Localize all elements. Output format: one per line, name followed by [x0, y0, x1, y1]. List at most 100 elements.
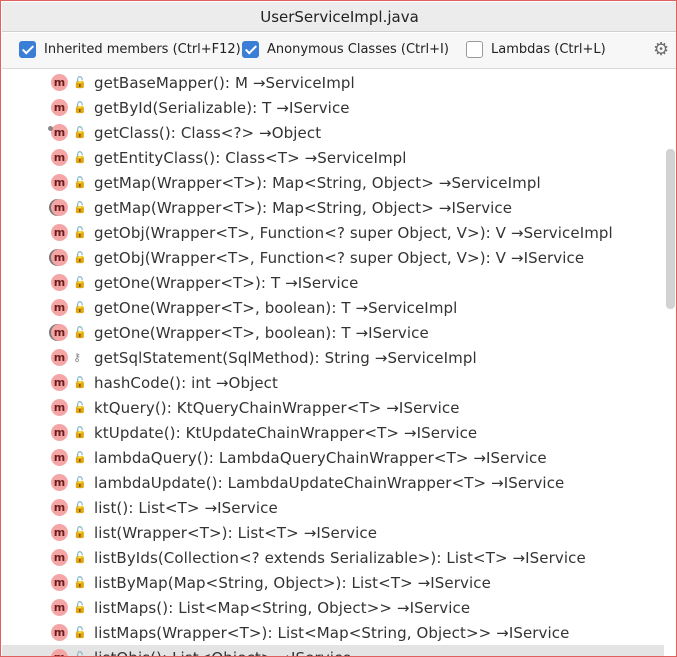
member-signature: getBaseMapper(): M →ServiceImpl — [94, 73, 355, 92]
member-signature: getOne(Wrapper<T>, boolean): T →ServiceI… — [94, 298, 458, 317]
public-lock-icon — [73, 552, 87, 564]
method-icon: m — [48, 124, 68, 141]
list-item[interactable]: m hashCode(): int →Object — [2, 370, 664, 395]
list-item[interactable]: m listByMap(Map<String, Object>): List<T>… — [2, 570, 664, 595]
method-icon: m — [51, 224, 68, 241]
list-item[interactable]: m getObj(Wrapper<T>, Function<? super Obj… — [2, 220, 664, 245]
public-lock-icon — [73, 77, 87, 89]
method-icon: m — [51, 374, 68, 391]
member-signature: listMaps(): List<Map<String, Object>> →I… — [94, 598, 471, 617]
public-lock-icon — [73, 377, 87, 389]
method-icon: m — [51, 99, 68, 116]
member-signature: listByMap(Map<String, Object>): List<T> … — [94, 573, 491, 592]
list-item[interactable]: m ⚷ getSqlStatement(SqlMethod): String →Se… — [2, 345, 664, 370]
method-icon: m — [51, 274, 68, 291]
public-lock-icon — [73, 252, 87, 264]
list-item[interactable]: m listObjs(): List<Object> →IService — [2, 645, 664, 657]
public-lock-icon — [73, 502, 87, 514]
public-lock-icon — [73, 177, 87, 189]
member-signature: lambdaUpdate(): LambdaUpdateChainWrapper… — [94, 473, 565, 492]
member-signature: lambdaQuery(): LambdaQueryChainWrapper<T… — [94, 448, 547, 467]
filter-toolbar: Inherited members (Ctrl+F12) Anonymous C… — [2, 33, 676, 69]
lambdas-checkbox[interactable] — [466, 41, 483, 58]
inherited-members-label: Inherited members (Ctrl+F12) — [44, 42, 241, 57]
method-icon: m — [51, 149, 68, 166]
scrollbar-thumb[interactable] — [666, 149, 675, 309]
member-signature: list(): List<T> →IService — [94, 498, 278, 517]
member-signature: getClass(): Class<?> →Object — [94, 123, 322, 142]
member-signature: getObj(Wrapper<T>, Function<? super Obje… — [94, 223, 613, 242]
inherited-members-checkbox[interactable] — [19, 41, 36, 58]
list-item[interactable]: m ktQuery(): KtQueryChainWrapper<T> →ISer… — [2, 395, 664, 420]
public-lock-icon — [73, 402, 87, 414]
lambdas-label: Lambdas (Ctrl+L) — [491, 42, 606, 57]
list-item[interactable]: m getOne(Wrapper<T>, boolean): T →Service… — [2, 295, 664, 320]
method-icon: m — [51, 524, 68, 541]
method-icon: m — [51, 174, 68, 191]
list-item[interactable]: m listByIds(Collection<? extends Serializ… — [2, 545, 664, 570]
member-list: m getBaseMapper(): M →ServiceImpl m getById… — [2, 70, 664, 657]
method-icon: m — [51, 324, 68, 341]
method-icon: m — [51, 349, 68, 366]
member-signature: listObjs(): List<Object> →IService — [94, 649, 352, 657]
list-item[interactable]: m getEntityClass(): Class<T> →ServiceImpl — [2, 145, 664, 170]
method-icon: m — [51, 474, 68, 491]
list-item[interactable]: m getOne(Wrapper<T>, boolean): T →IServic… — [2, 320, 664, 345]
method-icon: m — [51, 249, 68, 266]
public-lock-icon — [73, 527, 87, 539]
method-icon: m — [51, 74, 68, 91]
method-icon: m — [51, 424, 68, 441]
member-signature: listMaps(Wrapper<T>): List<Map<String, O… — [94, 623, 570, 642]
method-icon: m — [51, 299, 68, 316]
gear-icon[interactable]: ⚙ — [653, 41, 669, 59]
public-lock-icon — [73, 227, 87, 239]
method-icon: m — [51, 624, 68, 641]
popup-title: UserServiceImpl.java — [2, 2, 676, 32]
list-item[interactable]: m getMap(Wrapper<T>): Map<String, Object>… — [2, 170, 664, 195]
public-lock-icon — [73, 452, 87, 464]
member-signature: getOne(Wrapper<T>): T →IService — [94, 273, 359, 292]
public-lock-icon — [73, 202, 87, 214]
member-signature: getObj(Wrapper<T>, Function<? super Obje… — [94, 248, 585, 267]
structure-popup: UserServiceImpl.java Inherited members (… — [0, 0, 677, 657]
public-lock-icon — [73, 627, 87, 639]
public-lock-icon — [73, 652, 87, 657]
public-lock-icon — [73, 127, 87, 139]
method-icon: m — [51, 574, 68, 591]
list-item[interactable]: m getOne(Wrapper<T>): T →IService — [2, 270, 664, 295]
member-signature: getById(Serializable): T →IService — [94, 98, 350, 117]
lambdas-toggle[interactable]: Lambdas (Ctrl+L) — [466, 41, 606, 58]
list-item[interactable]: m getClass(): Class<?> →Object — [2, 120, 664, 145]
anonymous-classes-toggle[interactable]: Anonymous Classes (Ctrl+I) — [242, 41, 449, 58]
list-item[interactable]: m getObj(Wrapper<T>, Function<? super Obj… — [2, 245, 664, 270]
member-signature: listByIds(Collection<? extends Serializa… — [94, 548, 586, 567]
list-item[interactable]: m listMaps(): List<Map<String, Object>> →… — [2, 595, 664, 620]
method-icon: m — [51, 599, 68, 616]
public-lock-icon — [73, 277, 87, 289]
anonymous-classes-checkbox[interactable] — [242, 41, 259, 58]
inherited-members-toggle[interactable]: Inherited members (Ctrl+F12) — [19, 41, 241, 58]
list-item[interactable]: m getById(Serializable): T →IService — [2, 95, 664, 120]
method-icon: m — [51, 499, 68, 516]
list-item[interactable]: m list(): List<T> →IService — [2, 495, 664, 520]
protected-key-icon: ⚷ — [73, 350, 82, 364]
member-signature: ktQuery(): KtQueryChainWrapper<T> →IServ… — [94, 398, 460, 417]
member-signature: list(Wrapper<T>): List<T> →IService — [94, 523, 378, 542]
method-icon: m — [51, 449, 68, 466]
list-item[interactable]: m ktUpdate(): KtUpdateChainWrapper<T> →IS… — [2, 420, 664, 445]
method-icon: m — [51, 199, 68, 216]
list-item[interactable]: m getBaseMapper(): M →ServiceImpl — [2, 70, 664, 95]
list-item[interactable]: m list(Wrapper<T>): List<T> →IService — [2, 520, 664, 545]
list-item[interactable]: m listMaps(Wrapper<T>): List<Map<String, … — [2, 620, 664, 645]
public-lock-icon — [73, 102, 87, 114]
anonymous-classes-label: Anonymous Classes (Ctrl+I) — [267, 42, 449, 57]
public-lock-icon — [73, 427, 87, 439]
public-lock-icon — [73, 327, 87, 339]
method-icon: m — [51, 399, 68, 416]
member-signature: getMap(Wrapper<T>): Map<String, Object> … — [94, 173, 541, 192]
list-item[interactable]: m lambdaUpdate(): LambdaUpdateChainWrappe… — [2, 470, 664, 495]
public-lock-icon — [73, 577, 87, 589]
list-item[interactable]: m lambdaQuery(): LambdaQueryChainWrapper<… — [2, 445, 664, 470]
list-item[interactable]: m getMap(Wrapper<T>): Map<String, Object>… — [2, 195, 664, 220]
member-signature: ktUpdate(): KtUpdateChainWrapper<T> →ISe… — [94, 423, 478, 442]
